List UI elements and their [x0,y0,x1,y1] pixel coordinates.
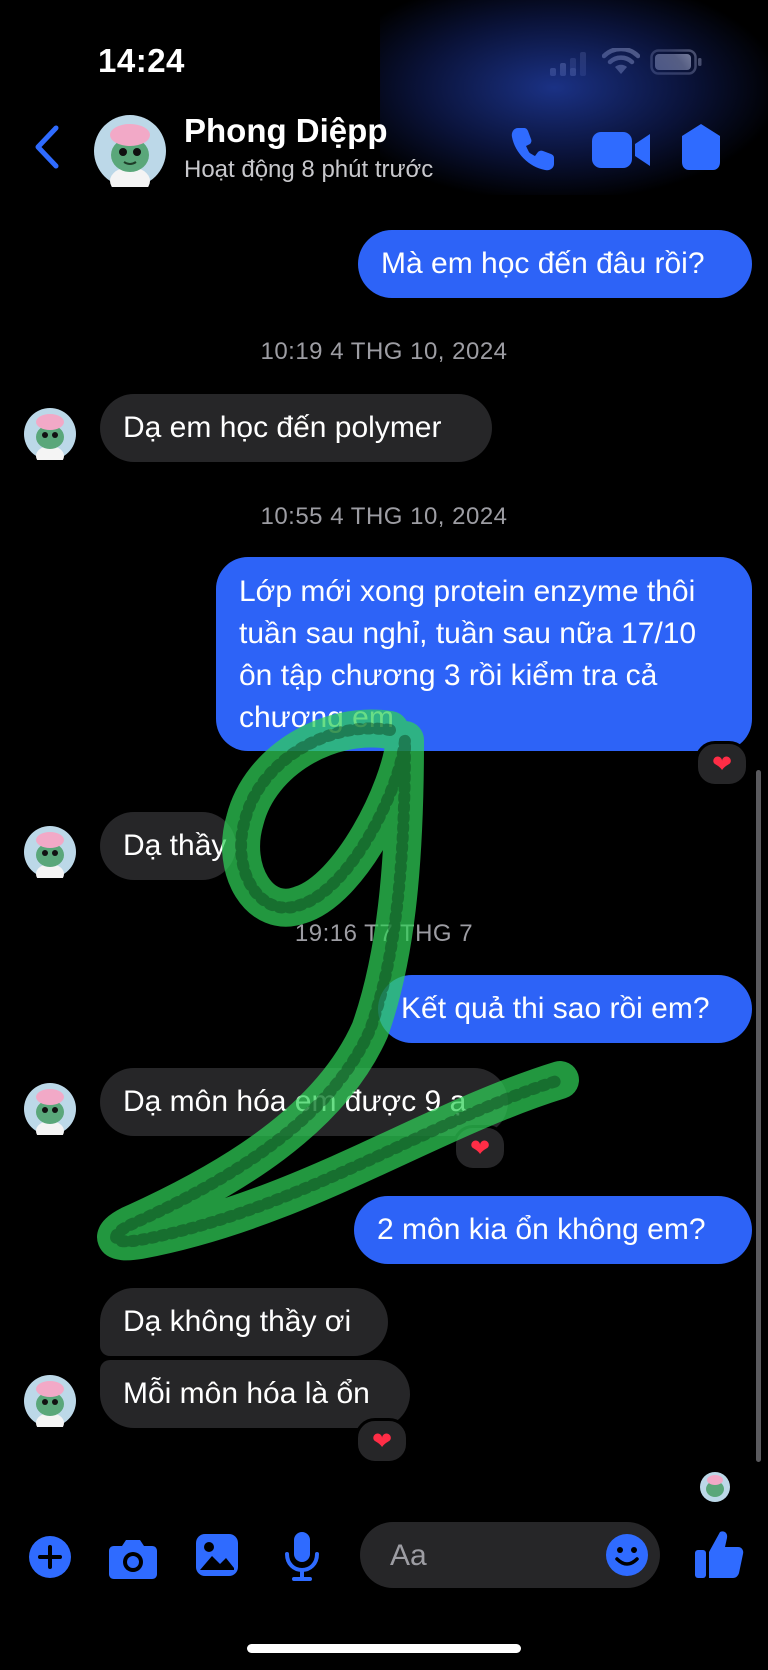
home-indicator[interactable] [247,1644,521,1653]
heart-reaction-icon[interactable]: ❤ [453,1125,507,1171]
outgoing-message[interactable]: Kết quả thi sao rồi em? [378,975,752,1043]
outgoing-message[interactable]: 2 môn kia ổn không em? [354,1196,752,1264]
incoming-message[interactable]: Mỗi môn hóa là ổn [100,1360,410,1428]
contact-avatar-small[interactable] [24,826,76,878]
message-text: Dạ em học đến polymer [123,411,442,444]
incoming-message[interactable]: Dạ thầy [100,812,236,880]
message-text: 2 môn kia ổn không em? [377,1213,706,1246]
shield-icon[interactable] [680,122,722,174]
message-text: Dạ môn hóa em được 9 ạ [123,1085,467,1118]
camera-icon[interactable] [108,1536,158,1580]
plus-icon[interactable] [28,1535,72,1579]
chat-scrollbar[interactable] [756,770,761,1462]
message-text: Dạ thầy [123,829,227,862]
heart-reaction-icon[interactable]: ❤ [695,741,749,787]
back-arrow-icon[interactable] [30,122,66,172]
heart-reaction-icon[interactable]: ❤ [355,1418,409,1464]
message-text: Mỗi môn hóa là ổn [123,1377,370,1410]
emoji-icon[interactable] [605,1533,649,1577]
message-text: Lớp mới xong protein enzyme thôi tuần sa… [239,575,697,734]
chat-timestamp: 10:55 4 THG 10, 2024 [260,503,508,530]
status-time: 14:24 [98,42,185,79]
outgoing-message[interactable]: Lớp mới xong protein enzyme thôi tuần sa… [216,557,752,751]
image-gallery-icon[interactable] [194,1532,240,1578]
phone-call-icon[interactable] [508,124,558,174]
incoming-message[interactable]: Dạ môn hóa em được 9 ạ [100,1068,508,1136]
contact-avatar-small[interactable] [24,408,76,460]
video-call-icon[interactable] [590,128,652,172]
incoming-message[interactable]: Dạ em học đến polymer [100,394,492,462]
seen-receipt-avatar [700,1472,730,1502]
contact-active-status: Hoạt động 8 phút trước [184,156,434,183]
message-text: Mà em học đến đâu rồi? [381,247,705,280]
contact-avatar-small[interactable] [24,1375,76,1427]
contact-avatar-small[interactable] [24,1083,76,1135]
message-text: Kết quả thi sao rồi em? [401,992,710,1025]
contact-avatar[interactable] [94,115,166,187]
chat-timestamp: 19:16 T7 THG 7 [294,920,474,947]
microphone-icon[interactable] [282,1530,322,1582]
chat-timestamp: 10:19 4 THG 10, 2024 [260,338,508,365]
contact-name[interactable]: Phong Diệpp [184,112,387,150]
thumbs-up-icon[interactable] [694,1528,744,1580]
incoming-message[interactable]: Dạ không thầy ơi [100,1288,388,1356]
message-input[interactable] [388,1522,592,1590]
outgoing-message[interactable]: Mà em học đến đâu rồi? [358,230,752,298]
message-text: Dạ không thầy ơi [123,1305,352,1338]
